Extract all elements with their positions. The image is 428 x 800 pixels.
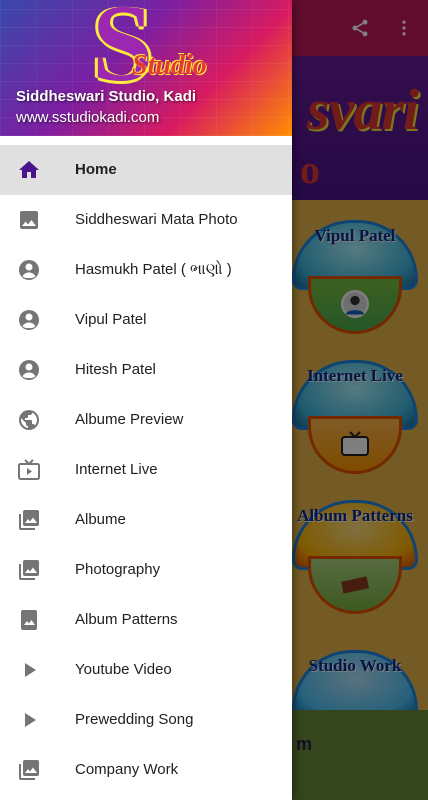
- menu-item-label: Albume: [75, 511, 126, 528]
- studio-logo: S Studio: [70, 0, 240, 98]
- menu-item-label: Album Patterns: [75, 611, 178, 628]
- menu-item-hasmukh-patel[interactable]: Hasmukh Patel ( ભાણો ): [0, 245, 292, 295]
- menu-item-siddheswari-mata-photo[interactable]: Siddheswari Mata Photo: [0, 195, 292, 245]
- logo-word: Studio: [132, 50, 207, 81]
- logo-letter: S: [92, 0, 154, 104]
- menu-item-prewedding-song[interactable]: Prewedding Song: [0, 695, 292, 745]
- play-arrow-icon: [17, 708, 41, 732]
- menu-item-label: Company Work: [75, 761, 179, 778]
- menu-item-albume[interactable]: Albume: [0, 495, 292, 545]
- menu-item-albume-preview[interactable]: Albume Preview: [0, 395, 292, 445]
- menu-item-label: Photography: [75, 561, 161, 578]
- photo-library-icon: [17, 758, 41, 782]
- account-circle-icon: [17, 308, 41, 332]
- menu-item-internet-live[interactable]: Internet Live: [0, 445, 292, 495]
- account-circle-icon: [17, 358, 41, 382]
- navigation-drawer: S Studio Siddheswari Studio, Kadi www.ss…: [0, 0, 292, 800]
- menu-item-photography[interactable]: Photography: [0, 545, 292, 595]
- menu-item-label: Youtube Video: [75, 661, 172, 678]
- drawer-menu: Home Siddheswari Mata Photo Hasmukh Pate…: [0, 145, 292, 795]
- drawer-title: Siddheswari Studio, Kadi: [16, 88, 197, 105]
- menu-item-label: Albume Preview: [75, 411, 184, 428]
- menu-item-label: Home: [75, 161, 117, 178]
- photo-library-icon: [17, 508, 41, 532]
- menu-item-company-work[interactable]: Company Work: [0, 745, 292, 795]
- menu-item-album-patterns[interactable]: Album Patterns: [0, 595, 292, 645]
- menu-item-label: Siddheswari Mata Photo: [75, 211, 238, 228]
- menu-item-home[interactable]: Home: [0, 145, 292, 195]
- globe-icon: [17, 408, 41, 432]
- menu-item-label: Hitesh Patel: [75, 361, 156, 378]
- menu-item-label: Prewedding Song: [75, 711, 194, 728]
- menu-item-label: Vipul Patel: [75, 311, 147, 328]
- photo-library-icon: [17, 558, 41, 582]
- drawer-website[interactable]: www.sstudiokadi.com: [16, 109, 159, 126]
- menu-item-label: Hasmukh Patel ( ભાણો ): [75, 261, 232, 278]
- live-tv-icon: [17, 458, 41, 482]
- image-icon: [17, 208, 41, 232]
- drawer-header: S Studio Siddheswari Studio, Kadi www.ss…: [0, 0, 292, 136]
- account-circle-icon: [17, 258, 41, 282]
- menu-item-hitesh-patel[interactable]: Hitesh Patel: [0, 345, 292, 395]
- menu-item-vipul-patel[interactable]: Vipul Patel: [0, 295, 292, 345]
- menu-item-youtube-video[interactable]: Youtube Video: [0, 645, 292, 695]
- home-icon: [17, 158, 41, 182]
- play-arrow-icon: [17, 658, 41, 682]
- portrait-image-icon: [17, 608, 41, 632]
- menu-item-label: Internet Live: [75, 461, 158, 478]
